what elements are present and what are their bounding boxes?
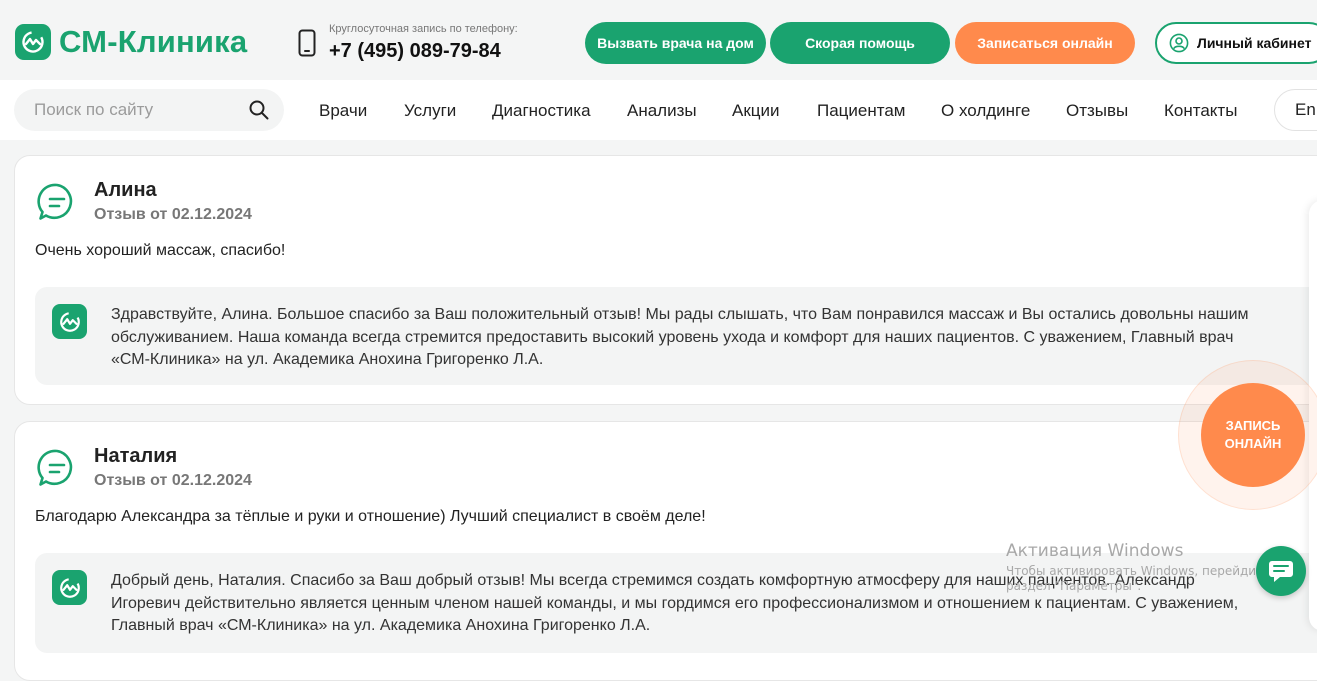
nav-item-promotions[interactable]: Акции [732, 101, 780, 121]
top-bar: СМ-Клиника Круглосуточная запись по теле… [0, 0, 1317, 80]
review-date: Отзыв от 02.12.2024 [94, 206, 252, 223]
watermark-line-2: раздел "Параметры". [1006, 579, 1142, 593]
search-box [14, 89, 284, 131]
personal-cabinet-button[interactable]: Личный кабинет [1155, 22, 1317, 64]
nav-item-about[interactable]: О холдинге [941, 101, 1030, 121]
clinic-reply: Здравствуйте, Алина. Большое спасибо за … [35, 287, 1317, 385]
phone-icon [298, 29, 316, 62]
language-switch[interactable]: En [1274, 89, 1317, 131]
review-card: Алина Отзыв от 02.12.2024 Очень хороший … [14, 155, 1317, 405]
clinic-logo-icon [52, 570, 87, 605]
search-input[interactable] [34, 89, 244, 131]
review-date: Отзыв от 02.12.2024 [94, 472, 252, 489]
review-text: Благодарю Александра за тёплые и руки и … [35, 508, 706, 525]
nav-item-diagnostics[interactable]: Диагностика [492, 101, 591, 121]
site-logo[interactable]: СМ-Клиника [15, 24, 247, 60]
search-icon[interactable] [249, 100, 269, 125]
review-author: Алина [94, 179, 157, 201]
nav-item-contacts[interactable]: Контакты [1164, 101, 1237, 121]
call-doctor-home-button[interactable]: Вызвать врача на дом [585, 22, 766, 64]
online-booking-label-1: ЗАПИСЬ [1225, 418, 1281, 433]
chat-bubble-icon [37, 182, 77, 227]
phone-caption: Круглосуточная запись по телефону: [329, 23, 518, 35]
windows-activation-watermark: Активация Windows Чтобы активировать Win… [1006, 541, 1281, 594]
phone-block: Круглосуточная запись по телефону: +7 (4… [329, 23, 518, 63]
personal-cabinet-label: Личный кабинет [1197, 35, 1312, 51]
nav-item-reviews[interactable]: Отзывы [1066, 101, 1128, 121]
user-icon [1169, 33, 1189, 53]
chat-icon [1268, 559, 1294, 583]
online-booking-label-2: ОНЛАЙН [1224, 436, 1282, 451]
nav-item-patients[interactable]: Пациентам [817, 101, 906, 121]
nav-item-services[interactable]: Услуги [404, 101, 456, 121]
book-online-button[interactable]: Записаться онлайн [955, 22, 1135, 64]
chat-bubble-icon [37, 448, 77, 493]
ambulance-button[interactable]: Скорая помощь [770, 22, 950, 64]
clinic-logo-icon [52, 304, 87, 339]
main-nav: Врачи Услуги Диагностика Анализы Акции П… [0, 80, 1317, 140]
online-booking-float-button[interactable]: ЗАПИСЬ ОНЛАЙН [1201, 383, 1305, 487]
watermark-line-1: Чтобы активировать Windows, перейдите в [1006, 564, 1282, 578]
chat-widget-button[interactable] [1256, 546, 1306, 596]
review-author: Наталия [94, 445, 178, 467]
watermark-title: Активация Windows [1006, 541, 1184, 561]
logo-icon [15, 24, 51, 60]
logo-text: СМ-Клиника [59, 24, 248, 59]
review-text: Очень хороший массаж, спасибо! [35, 242, 286, 259]
nav-item-doctors[interactable]: Врачи [319, 101, 367, 121]
phone-number-link[interactable]: +7 (495) 089-79-84 [329, 40, 518, 63]
nav-item-analyses[interactable]: Анализы [627, 101, 697, 121]
clinic-reply-text: Здравствуйте, Алина. Большое спасибо за … [111, 306, 1249, 368]
